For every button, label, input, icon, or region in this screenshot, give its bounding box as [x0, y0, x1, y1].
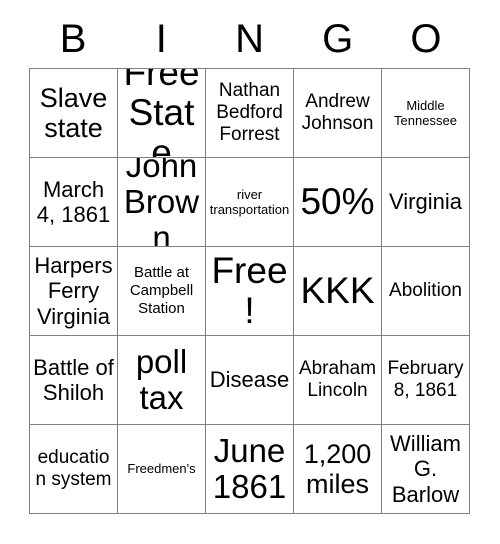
bingo-cell-label: Andrew Johnson	[301, 90, 374, 134]
bingo-cell[interactable]: Harpers Ferry Virginia	[30, 247, 118, 336]
bingo-cell-label: river transportation	[209, 186, 290, 217]
bingo-header-letter-i: I	[155, 17, 167, 61]
bingo-cell[interactable]: June 1861	[206, 425, 294, 514]
bingo-cell[interactable]: education system	[30, 425, 118, 514]
bingo-cell-label: March 4, 1861	[36, 176, 111, 227]
bingo-cell-label: Slave state	[39, 82, 108, 143]
bingo-cell-label: June 1861	[212, 431, 287, 505]
bingo-cell[interactable]: Free State	[118, 69, 206, 158]
bingo-cell-label: Nathan Bedford Forrest	[216, 79, 283, 146]
bingo-cell[interactable]: Virginia	[382, 158, 470, 247]
bingo-cell[interactable]: March 4, 1861	[30, 158, 118, 247]
bingo-cell-label: Abolition	[389, 279, 462, 301]
bingo-cell[interactable]: Slave state	[30, 69, 118, 158]
bingo-cell-label: poll tax	[135, 342, 188, 416]
bingo-cell[interactable]: Abolition	[382, 247, 470, 336]
bingo-cell[interactable]: Disease	[206, 336, 294, 425]
bingo-cell-label: 50%	[300, 181, 375, 223]
bingo-header-letter-b: B	[59, 17, 87, 61]
bingo-cell[interactable]: KKK	[294, 247, 382, 336]
bingo-cell[interactable]: February 8, 1861	[382, 336, 470, 425]
bingo-cell[interactable]: John Brown	[118, 158, 206, 247]
bingo-cell-label: education system	[35, 446, 112, 490]
bingo-cell-label: February 8, 1861	[387, 357, 464, 401]
bingo-cell[interactable]: Andrew Johnson	[294, 69, 382, 158]
bingo-cell-label: Abraham Lincoln	[298, 357, 377, 401]
bingo-cell-label: Harpers Ferry Virginia	[34, 253, 113, 329]
bingo-header-letter-n: N	[235, 17, 264, 61]
bingo-cell-label: Disease	[209, 367, 290, 393]
bingo-cell[interactable]: poll tax	[118, 336, 206, 425]
bingo-cell-label: Middle Tennessee	[394, 97, 457, 128]
bingo-cell[interactable]: river transportation	[206, 158, 294, 247]
bingo-cell-label: Battle of Shiloh	[33, 354, 114, 405]
bingo-free-space-label: Free!	[211, 250, 288, 331]
bingo-cell[interactable]: 1,200 miles	[294, 425, 382, 514]
bingo-header-row: B I N G O	[29, 10, 470, 68]
bingo-cell[interactable]: Middle Tennessee	[382, 69, 470, 158]
bingo-cell[interactable]: Abraham Lincoln	[294, 336, 382, 425]
bingo-cell[interactable]: Freedmen's	[118, 425, 206, 514]
bingo-cell[interactable]: Nathan Bedford Forrest	[206, 69, 294, 158]
bingo-free-space-cell[interactable]: Free!	[206, 247, 294, 336]
bingo-cell-label: Battle at Campbell Station	[129, 264, 194, 317]
bingo-cell-label: Free State	[123, 69, 200, 158]
bingo-cell[interactable]: William G. Barlow	[382, 425, 470, 514]
bingo-header-letter-o: O	[410, 17, 442, 61]
bingo-header-letter-g: G	[322, 17, 354, 61]
bingo-cell-label: KKK	[300, 270, 375, 312]
bingo-cell-label: Freedmen's	[127, 461, 196, 477]
bingo-cell[interactable]: 50%	[294, 158, 382, 247]
bingo-card: B I N G O Slave state Free State Nathan …	[0, 0, 500, 544]
bingo-cell-label: William G. Barlow	[390, 431, 461, 507]
bingo-cell-label: John Brown	[123, 158, 200, 247]
bingo-cell[interactable]: Battle of Shiloh	[30, 336, 118, 425]
bingo-cell-label: 1,200 miles	[303, 438, 372, 499]
bingo-cell-label: Virginia	[389, 189, 462, 215]
bingo-grid: Slave state Free State Nathan Bedford Fo…	[29, 68, 470, 514]
bingo-cell[interactable]: Battle at Campbell Station	[118, 247, 206, 336]
